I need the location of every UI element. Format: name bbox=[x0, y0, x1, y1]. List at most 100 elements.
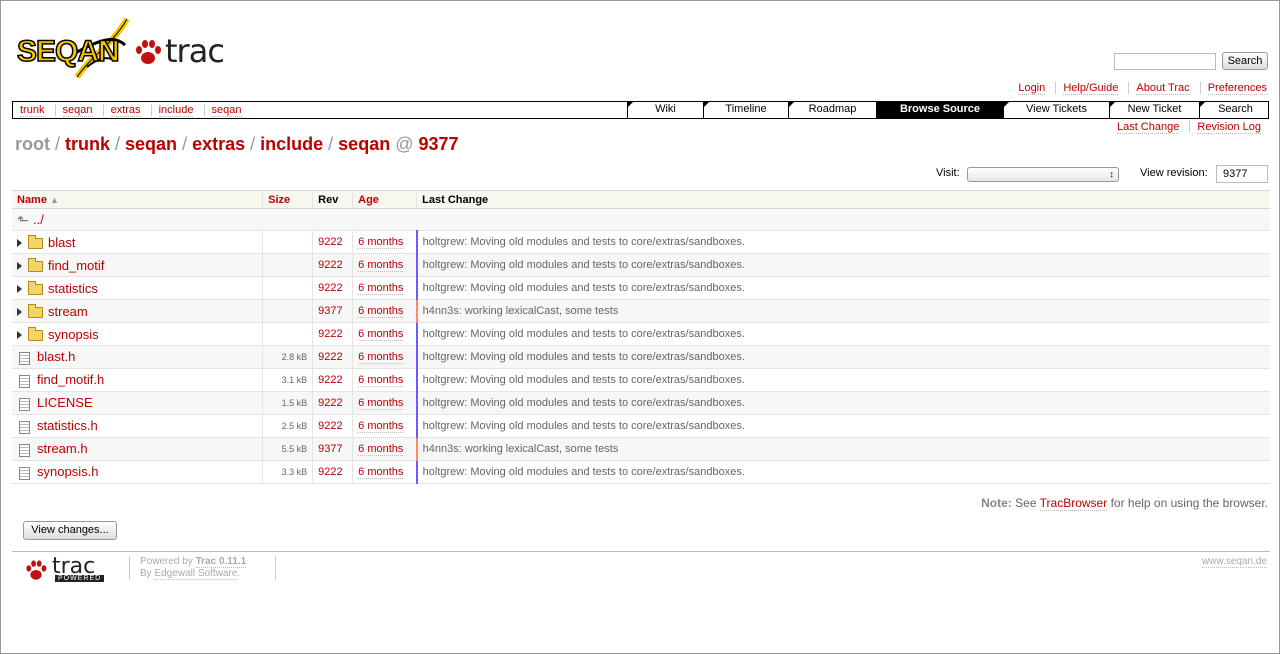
about-trac-link[interactable]: About Trac bbox=[1136, 82, 1190, 95]
quick-link-trunk[interactable]: trunk bbox=[20, 104, 45, 117]
entry-rev-link[interactable]: 9222 bbox=[318, 466, 342, 478]
entry-rev-link[interactable]: 9222 bbox=[318, 374, 342, 386]
entry-name: find_motif.h bbox=[12, 368, 263, 392]
table-row[interactable]: stream 9377 6 months h4nn3s: working lexica… bbox=[12, 299, 1270, 323]
entry-age-link[interactable]: 6 months bbox=[358, 374, 404, 387]
expand-arrow-icon[interactable] bbox=[17, 262, 22, 271]
expand-arrow-icon[interactable] bbox=[17, 308, 22, 317]
path-seqan-current[interactable]: seqan bbox=[338, 134, 390, 154]
table-row[interactable]: blast 9222 6 months holtgrew: Moving old mo… bbox=[12, 230, 1270, 254]
parent-dir-row[interactable]: ⬑ ../ bbox=[12, 208, 1270, 231]
seqan-site-link[interactable]: www.seqan.de bbox=[1201, 556, 1267, 568]
entry-rev: 9222 bbox=[312, 253, 353, 277]
entry-age-link[interactable]: 6 months bbox=[358, 466, 404, 479]
login-link[interactable]: Login bbox=[1018, 82, 1046, 95]
entry-name: stream.h bbox=[12, 437, 263, 461]
quick-link-seqan-2[interactable]: seqan bbox=[211, 104, 242, 117]
view-revision-input[interactable] bbox=[1216, 165, 1268, 183]
path-seqan[interactable]: seqan bbox=[125, 134, 177, 154]
trac-version-link[interactable]: Trac 0.11.1 bbox=[195, 556, 247, 568]
tab-roadmap[interactable]: Roadmap bbox=[788, 101, 876, 119]
entry-rev-link[interactable]: 9222 bbox=[318, 328, 342, 340]
visit-select[interactable]: ↕ bbox=[967, 167, 1119, 182]
help-guide-link[interactable]: Help/Guide bbox=[1063, 82, 1119, 95]
entry-last-change: holtgrew: Moving old modules and tests t… bbox=[415, 345, 1270, 369]
tab-timeline[interactable]: Timeline bbox=[703, 101, 788, 119]
path-root[interactable]: root bbox=[15, 134, 50, 154]
preferences-link[interactable]: Preferences bbox=[1207, 82, 1267, 95]
table-row[interactable]: blast.h 2.8 kB 9222 6 months holtgrew: Movin… bbox=[12, 345, 1270, 369]
path-extras[interactable]: extras bbox=[192, 134, 245, 154]
entry-age-link[interactable]: 6 months bbox=[358, 443, 404, 456]
footer-separator-2 bbox=[275, 556, 276, 580]
entry-rev-link[interactable]: 9222 bbox=[318, 351, 342, 363]
last-change-link[interactable]: Last Change bbox=[1116, 121, 1180, 134]
footer-separator bbox=[129, 556, 130, 580]
tab-new-ticket[interactable]: New Ticket bbox=[1109, 101, 1199, 119]
entry-rev-link[interactable]: 9222 bbox=[318, 259, 342, 271]
entry-link[interactable]: stream.h bbox=[37, 441, 88, 456]
expand-arrow-icon[interactable] bbox=[17, 331, 22, 340]
entry-link[interactable]: stream bbox=[48, 304, 88, 319]
trac-browser-link[interactable]: TracBrowser bbox=[1039, 496, 1108, 511]
entry-rev-link[interactable]: 9377 bbox=[318, 305, 342, 317]
entry-link[interactable]: statistics bbox=[48, 281, 98, 296]
edgewall-link[interactable]: Edgewall Software bbox=[154, 568, 238, 580]
search-button[interactable]: Search bbox=[1222, 52, 1268, 70]
path-include[interactable]: include bbox=[260, 134, 323, 154]
table-row[interactable]: synopsis 9222 6 months holtgrew: Moving old… bbox=[12, 322, 1270, 346]
project-logo[interactable]: SEQAN trac bbox=[16, 15, 229, 87]
entry-age-link[interactable]: 6 months bbox=[358, 397, 404, 410]
table-row[interactable]: find_motif.h 3.1 kB 9222 6 months holtgrew: … bbox=[12, 368, 1270, 392]
entry-link[interactable]: find_motif bbox=[48, 258, 104, 273]
expand-arrow-icon[interactable] bbox=[17, 239, 22, 248]
entry-rev-link[interactable]: 9222 bbox=[318, 282, 342, 294]
table-row[interactable]: synopsis.h 3.3 kB 9222 6 months holtgrew: Mo… bbox=[12, 460, 1270, 484]
entry-rev-link[interactable]: 9222 bbox=[318, 420, 342, 432]
path-trunk[interactable]: trunk bbox=[65, 134, 110, 154]
table-row[interactable]: statistics.h 2.5 kB 9222 6 months holtgrew: … bbox=[12, 414, 1270, 438]
tab-wiki[interactable]: Wiki bbox=[627, 101, 703, 119]
entry-rev-link[interactable]: 9222 bbox=[318, 236, 342, 248]
entry-age-link[interactable]: 6 months bbox=[358, 420, 404, 433]
entry-link[interactable]: LICENSE bbox=[37, 395, 93, 410]
by-prefix: By bbox=[140, 568, 152, 579]
column-size[interactable]: Size bbox=[262, 190, 313, 209]
entry-age-link[interactable]: 6 months bbox=[358, 259, 404, 272]
parent-dir-link[interactable]: ../ bbox=[33, 212, 44, 227]
entry-rev-link[interactable]: 9377 bbox=[318, 443, 342, 455]
tab-view-tickets[interactable]: View Tickets bbox=[1003, 101, 1109, 119]
tab-search[interactable]: Search bbox=[1199, 101, 1271, 119]
quick-link-extras[interactable]: extras bbox=[110, 104, 141, 117]
column-age[interactable]: Age bbox=[352, 190, 417, 209]
entry-rev: 9222 bbox=[312, 368, 353, 392]
entry-link[interactable]: statistics.h bbox=[37, 418, 98, 433]
table-row[interactable]: find_motif 9222 6 months holtgrew: Moving o… bbox=[12, 253, 1270, 277]
entry-age-link[interactable]: 6 months bbox=[358, 305, 404, 318]
column-name[interactable]: Name ▲ bbox=[12, 190, 263, 209]
entry-age-link[interactable]: 6 months bbox=[358, 236, 404, 249]
entry-rev-link[interactable]: 9222 bbox=[318, 397, 342, 409]
entry-link[interactable]: find_motif.h bbox=[37, 372, 104, 387]
view-changes-button[interactable]: View changes... bbox=[23, 521, 117, 540]
entry-age: 6 months bbox=[352, 230, 417, 254]
table-row[interactable]: statistics 9222 6 months holtgrew: Moving o… bbox=[12, 276, 1270, 300]
path-revision[interactable]: 9377 bbox=[419, 134, 459, 154]
quick-link-include[interactable]: include bbox=[158, 104, 194, 117]
entry-link[interactable]: synopsis bbox=[48, 327, 99, 342]
trac-powered-logo[interactable]: trac POWERED bbox=[25, 554, 115, 586]
entry-age: 6 months bbox=[352, 322, 417, 346]
table-row[interactable]: stream.h 5.5 kB 9377 6 months h4nn3s: workin… bbox=[12, 437, 1270, 461]
entry-link[interactable]: blast.h bbox=[37, 349, 75, 364]
entry-age-link[interactable]: 6 months bbox=[358, 328, 404, 341]
revision-log-link[interactable]: Revision Log bbox=[1197, 121, 1261, 134]
table-row[interactable]: LICENSE 1.5 kB 9222 6 months holtgrew: Movin… bbox=[12, 391, 1270, 415]
entry-link[interactable]: blast bbox=[48, 235, 75, 250]
entry-age-link[interactable]: 6 months bbox=[358, 351, 404, 364]
search-input[interactable] bbox=[1114, 53, 1216, 70]
expand-arrow-icon[interactable] bbox=[17, 285, 22, 294]
quick-link-seqan[interactable]: seqan bbox=[62, 104, 93, 117]
tab-browse-source[interactable]: Browse Source bbox=[876, 101, 1003, 119]
entry-age-link[interactable]: 6 months bbox=[358, 282, 404, 295]
entry-link[interactable]: synopsis.h bbox=[37, 464, 98, 479]
